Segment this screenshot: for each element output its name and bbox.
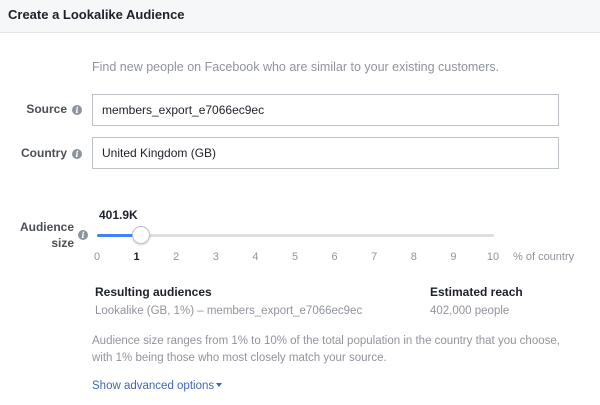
slider-tick: 5 <box>291 251 299 263</box>
source-input[interactable]: members_export_e7066ec9ec <box>92 94 559 126</box>
audience-size-slider-handle[interactable] <box>131 226 150 244</box>
country-input[interactable]: United Kingdom (GB) <box>92 137 559 169</box>
audience-size-slider-fill <box>97 234 137 237</box>
slider-tick: 3 <box>212 251 219 263</box>
country-label-text: Country <box>21 146 67 160</box>
intro-text: Find new people on Facebook who are simi… <box>92 60 500 74</box>
audience-size-label-line2: size <box>51 236 74 250</box>
dialog-title: Create a Lookalike Audience <box>8 7 185 22</box>
slider-tick: 2 <box>173 251 180 263</box>
audience-size-slider-track[interactable] <box>97 234 494 237</box>
slider-tick: 0 <box>93 251 101 263</box>
info-icon[interactable]: i <box>72 105 82 115</box>
estimated-reach-value: 402,000 people <box>430 305 510 317</box>
country-label: Country i <box>10 146 82 160</box>
audience-size-label-line1: Audience <box>19 220 74 234</box>
info-icon[interactable]: i <box>78 230 88 240</box>
estimated-reach-header: Estimated reach <box>430 285 523 299</box>
slider-tick: 6 <box>331 251 338 263</box>
info-icon[interactable]: i <box>72 149 82 159</box>
slider-tick: 8 <box>410 251 417 263</box>
resulting-audiences-header: Resulting audiences <box>95 285 212 299</box>
audience-size-label: Audience size i <box>10 219 88 251</box>
show-advanced-options-link[interactable]: Show advanced options <box>92 380 223 392</box>
audience-size-note: Audience size ranges from 1% to 10% of t… <box>92 335 560 364</box>
slider-tick: 4 <box>252 251 259 263</box>
show-advanced-options-label: Show advanced options <box>92 380 215 392</box>
slider-unit-label: % of country <box>513 251 575 263</box>
caret-down-icon <box>216 383 223 387</box>
audience-size-value: 401.9K <box>99 208 138 222</box>
dialog-header: Create a Lookalike Audience <box>0 0 600 33</box>
slider-tick: 1 <box>133 251 140 263</box>
slider-tick: 10 <box>486 251 500 263</box>
slider-tick: 9 <box>450 251 457 263</box>
source-label: Source i <box>10 102 82 116</box>
slider-tick: 7 <box>371 251 378 263</box>
source-label-text: Source <box>26 102 67 116</box>
resulting-audience-value: Lookalike (GB, 1%) – members_export_e706… <box>95 305 363 317</box>
